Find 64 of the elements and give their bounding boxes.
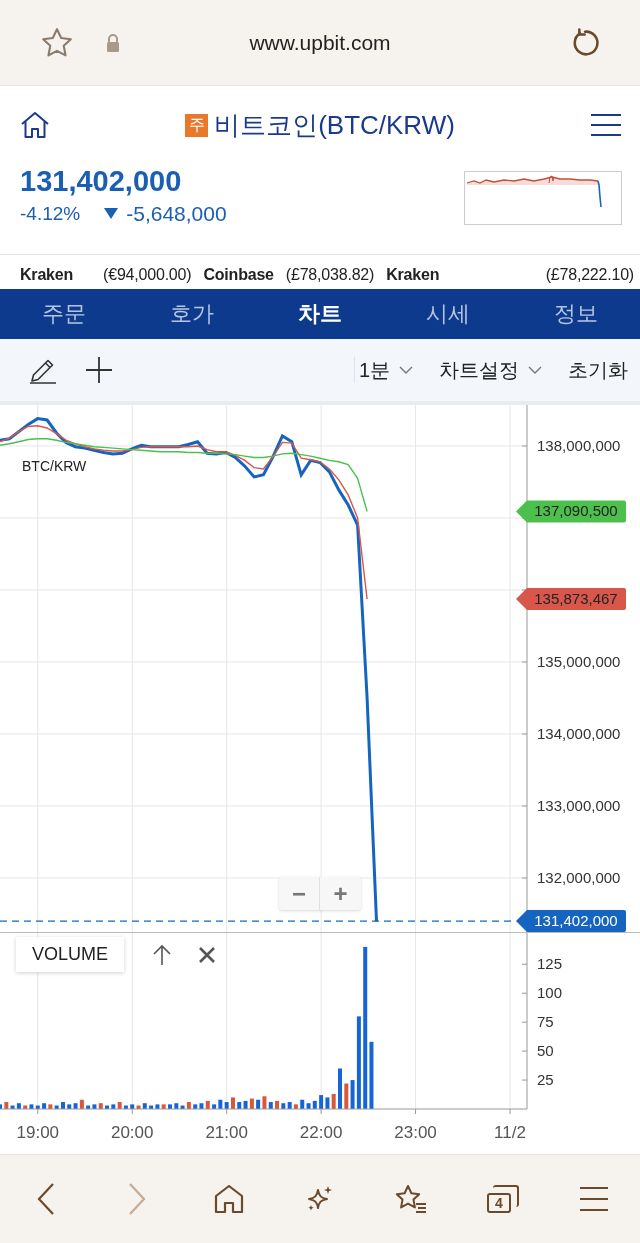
- zoom-button[interactable]: −: [279, 877, 320, 910]
- current-price: 131,402,000: [20, 165, 183, 198]
- exchange-name: Coinbase: [203, 266, 274, 284]
- star-list-icon[interactable]: [394, 1184, 429, 1214]
- lock-icon: [105, 32, 121, 53]
- change-rate: -4.12%: [20, 203, 81, 225]
- volume-bar: [105, 1105, 109, 1109]
- axis-label: 133,000,000: [537, 797, 621, 814]
- axis-label: 134,000,000: [537, 725, 621, 742]
- exchange-price: (£78,038.82): [285, 266, 375, 284]
- ref-line-label: 131,402,000: [534, 912, 618, 930]
- chevron-down-icon: [399, 366, 413, 374]
- time-label: 20:00: [110, 1123, 154, 1142]
- volume-bar: [338, 1068, 342, 1109]
- volume-bar: [231, 1097, 235, 1109]
- menu-icon[interactable]: [579, 1186, 610, 1212]
- price-tag: 131,402,000: [516, 910, 626, 932]
- time-label: 11/2: [494, 1123, 526, 1142]
- reset-button[interactable]: 초기화: [568, 356, 628, 384]
- coin-title: 비트코인(BTC/KRW): [214, 108, 455, 142]
- exchange-name: Kraken: [20, 266, 74, 284]
- tab[interactable]: 시세: [384, 289, 512, 339]
- nav-button[interactable]: 4: [457, 1185, 549, 1213]
- chart-legend: BTC/KRW: [22, 458, 87, 474]
- url-text[interactable]: www.upbit.com: [249, 30, 391, 55]
- time-label: 21:00: [205, 1123, 248, 1142]
- volume-bar: [61, 1102, 65, 1109]
- zoom-button[interactable]: +: [320, 877, 361, 910]
- volume-bar: [168, 1104, 172, 1109]
- back-icon[interactable]: [35, 1182, 56, 1216]
- menu-icon[interactable]: [590, 113, 622, 137]
- add-icon[interactable]: [84, 355, 114, 385]
- tab[interactable]: 차트: [256, 289, 384, 339]
- volume-label: VOLUME: [16, 937, 125, 972]
- axis-label: 25: [537, 1071, 554, 1089]
- exchange-price: (€94,000.00): [103, 266, 192, 284]
- chevron-down-icon: [528, 366, 542, 374]
- axis-label: 135,000,000: [537, 653, 621, 670]
- price-tag: 135,873,467: [516, 588, 626, 611]
- change-amount: -5,648,000: [126, 202, 227, 226]
- tab[interactable]: 호가: [128, 289, 256, 339]
- exchange-price: (£78,222.10): [545, 266, 634, 284]
- up-arrow-icon[interactable]: [152, 943, 173, 966]
- time-label: 23:00: [394, 1123, 437, 1142]
- tab[interactable]: 정보: [512, 289, 640, 339]
- time-label: 19:00: [16, 1123, 60, 1142]
- axis-label: 50: [537, 1042, 554, 1060]
- price-tag: 137,090,500: [516, 500, 626, 523]
- time-label: 22:00: [299, 1123, 343, 1142]
- interval-dropdown[interactable]: 1분: [358, 356, 413, 384]
- close-icon[interactable]: [198, 945, 217, 964]
- axis-label: 75: [537, 1013, 554, 1031]
- chart-settings-dropdown[interactable]: 차트설정: [439, 356, 542, 384]
- exchange-name: Kraken: [386, 266, 440, 284]
- tab[interactable]: 주문: [0, 289, 128, 339]
- down-triangle-icon: [104, 208, 119, 220]
- market-badge: 주: [185, 113, 209, 137]
- axis-label: 100: [537, 984, 563, 1002]
- axis-label: 138,000,000: [537, 436, 621, 454]
- volume-bar: [275, 1100, 279, 1109]
- axis-label: 125: [537, 955, 563, 973]
- home-icon[interactable]: [212, 1184, 245, 1214]
- home-icon[interactable]: [20, 111, 50, 139]
- axis-label: 132,000,000: [537, 869, 621, 886]
